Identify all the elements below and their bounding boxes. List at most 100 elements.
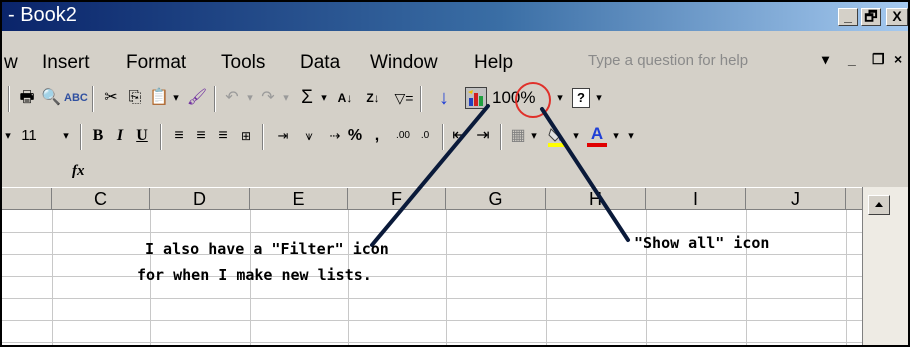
menu-view[interactable]: w: [4, 51, 18, 75]
zoom-value[interactable]: 100%: [492, 86, 542, 110]
decrease-indent-icon[interactable]: ⇤: [448, 124, 470, 148]
grid-col-line: [52, 210, 53, 347]
column-header-row: C D E F G H I J: [0, 187, 862, 210]
column-header-B[interactable]: [0, 188, 52, 210]
font-size-value[interactable]: 11: [18, 124, 40, 148]
menu-window[interactable]: Window: [370, 51, 438, 75]
column-header-F[interactable]: F: [348, 188, 446, 210]
indent-arrow-icon[interactable]: ⇢: [324, 124, 346, 148]
autosum-icon[interactable]: Σ: [296, 86, 318, 110]
restore-button[interactable]: 🗗: [861, 8, 881, 26]
minimize-icon: _: [844, 8, 852, 24]
copy-icon[interactable]: ⎘: [124, 86, 146, 110]
close-button[interactable]: X: [886, 8, 908, 26]
align-right-icon[interactable]: ≡: [212, 124, 234, 148]
column-header-J[interactable]: J: [746, 188, 846, 210]
column-header-C[interactable]: C: [52, 188, 150, 210]
column-header-I[interactable]: I: [646, 188, 746, 210]
indent-right-icon[interactable]: ⇥: [272, 124, 294, 148]
help-question-input[interactable]: [588, 47, 800, 73]
percent-style-button[interactable]: %: [346, 124, 364, 148]
minimize-button[interactable]: _: [838, 8, 858, 26]
align-left-icon[interactable]: ≡: [168, 124, 190, 148]
help-dropdown-icon[interactable]: ▾: [822, 50, 829, 68]
doc-minimize-icon[interactable]: _: [848, 50, 856, 68]
formatting-toolbar: ▾ 11 ▾ B I U ≡ ≡ ≡ ⊞ ⇥ ⩛ ⇢ % , .00 .0 ⇤ …: [0, 120, 910, 154]
split-icon[interactable]: ⩛: [298, 124, 320, 148]
sort-ascending-icon[interactable]: A↓: [334, 86, 356, 110]
formula-bar: fx: [0, 157, 910, 187]
help-icon[interactable]: ?: [572, 88, 590, 108]
increase-decimal-icon[interactable]: .00: [392, 124, 414, 148]
grid-row-line: [0, 254, 862, 255]
undo-dropdown-icon[interactable]: ▾: [244, 86, 256, 110]
chart-wizard-icon[interactable]: [465, 87, 487, 109]
redo-icon[interactable]: ↷: [258, 86, 278, 110]
toolbar-options-icon[interactable]: ▾: [594, 86, 604, 110]
undo-icon[interactable]: ↶: [222, 86, 242, 110]
toolbar-separator: [8, 86, 10, 112]
cut-icon[interactable]: ✂: [100, 86, 122, 110]
font-color-letter: A: [590, 124, 604, 143]
title-bar: - Book2 _ 🗗 X: [0, 0, 910, 31]
worksheet-grid[interactable]: [0, 187, 862, 347]
font-color-dropdown-icon[interactable]: ▾: [610, 124, 622, 148]
format-toolbar-options-icon[interactable]: ▾: [626, 124, 636, 148]
print-icon[interactable]: 🖶: [16, 86, 38, 110]
redo-dropdown-icon[interactable]: ▾: [280, 86, 292, 110]
menu-format[interactable]: Format: [126, 51, 186, 75]
align-center-icon[interactable]: ≡: [190, 124, 212, 148]
fill-color-icon[interactable]: [546, 125, 568, 147]
grid-row-line: [0, 276, 862, 277]
decrease-decimal-icon[interactable]: .0: [414, 124, 436, 148]
toolbar-separator: [160, 124, 162, 150]
sort-descending-icon[interactable]: Z↓: [362, 86, 384, 110]
grid-col-line: [446, 210, 447, 347]
toolbar-separator: [420, 86, 422, 112]
merge-center-icon[interactable]: ⊞: [234, 124, 258, 148]
italic-button[interactable]: I: [110, 124, 130, 148]
doc-close-icon[interactable]: ×: [894, 50, 902, 68]
autofilter-icon[interactable]: ▽=: [392, 86, 416, 110]
print-preview-icon[interactable]: 🔍: [40, 86, 62, 110]
borders-dropdown-icon[interactable]: ▾: [528, 124, 540, 148]
show-all-icon[interactable]: ↓: [433, 86, 455, 110]
paste-icon[interactable]: 📋: [148, 86, 170, 110]
excel-window: - Book2 _ 🗗 X w Insert Format Tools Data…: [0, 0, 910, 347]
menu-tools[interactable]: Tools: [221, 51, 265, 75]
zoom-dropdown-icon[interactable]: ▾: [554, 86, 566, 110]
grid-col-line: [846, 210, 847, 347]
grid-col-line: [546, 210, 547, 347]
grid-row-line: [0, 232, 862, 233]
autosum-dropdown-icon[interactable]: ▾: [318, 86, 330, 110]
toolbar-separator: [80, 124, 82, 150]
underline-button[interactable]: U: [132, 124, 152, 148]
format-painter-icon[interactable]: 🖌: [186, 86, 208, 110]
paste-dropdown-icon[interactable]: ▾: [170, 86, 182, 110]
doc-restore-icon[interactable]: ❐: [872, 50, 885, 68]
toolbar-separator: [214, 86, 216, 112]
spelling-icon[interactable]: ABC: [64, 86, 88, 110]
increase-indent-icon[interactable]: ⇥: [472, 124, 494, 148]
column-header-G[interactable]: G: [446, 188, 546, 210]
font-dropdown-icon[interactable]: ▾: [2, 124, 14, 148]
column-header-E[interactable]: E: [250, 188, 348, 210]
column-header-D[interactable]: D: [150, 188, 250, 210]
font-color-button[interactable]: A: [586, 124, 608, 148]
restore-icon: 🗗: [864, 8, 878, 24]
font-size-dropdown-icon[interactable]: ▾: [60, 124, 72, 148]
menu-help[interactable]: Help: [474, 51, 513, 75]
menu-insert[interactable]: Insert: [42, 51, 90, 75]
scroll-up-button[interactable]: [868, 195, 890, 215]
insert-function-icon[interactable]: fx: [72, 163, 85, 180]
column-header-K[interactable]: [846, 188, 862, 210]
column-header-H[interactable]: H: [546, 188, 646, 210]
bold-button[interactable]: B: [88, 124, 108, 148]
show-all-annotation: "Show all" icon: [634, 234, 770, 252]
grid-row-line: [0, 342, 862, 343]
fill-color-dropdown-icon[interactable]: ▾: [570, 124, 582, 148]
menu-data[interactable]: Data: [300, 51, 340, 75]
comma-style-button[interactable]: ,: [370, 124, 384, 148]
filter-annotation-line2: for when I make new lists.: [137, 266, 372, 284]
borders-icon[interactable]: ▦: [508, 124, 528, 148]
